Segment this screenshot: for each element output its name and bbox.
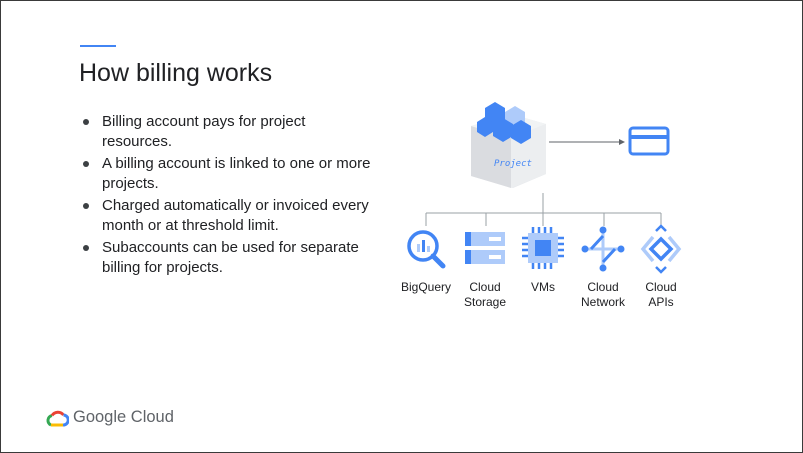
bullet-dot-icon bbox=[83, 119, 89, 125]
bullet-text: Charged automatically or invoiced every … bbox=[102, 197, 369, 234]
connector-lines bbox=[425, 193, 662, 226]
bullet-dot-icon bbox=[83, 161, 89, 167]
google-cloud-logo-text: Google Cloud bbox=[73, 408, 174, 426]
service-label-line2: Storage bbox=[463, 295, 507, 309]
cloud-network-icon bbox=[581, 226, 625, 272]
bullet-item: Subaccounts can be used for separate bil… bbox=[81, 238, 371, 277]
project-box-icon: Project bbox=[471, 102, 546, 188]
bullet-list: Billing account pays for project resourc… bbox=[81, 112, 371, 280]
google-cloud-logo: Google Cloud bbox=[45, 406, 175, 432]
service-label-line2: APIs bbox=[648, 295, 674, 309]
title-accent-bar bbox=[80, 45, 116, 47]
bullet-item: Billing account pays for project resourc… bbox=[81, 112, 371, 151]
cloud-storage-icon bbox=[465, 232, 505, 264]
google-cloud-logo-icon bbox=[46, 410, 69, 427]
billing-diagram: Project BigQuery Cloud Storage VMs Cloud… bbox=[381, 96, 711, 321]
vm-chip-icon bbox=[522, 227, 564, 269]
billing-arrow-head-icon bbox=[619, 139, 625, 145]
bullet-dot-icon bbox=[83, 203, 89, 209]
bullet-text: Subaccounts can be used for separate bil… bbox=[102, 239, 359, 276]
bullet-text: Billing account pays for project resourc… bbox=[102, 113, 306, 150]
credit-card-icon bbox=[628, 126, 670, 156]
bullet-item: A billing account is linked to one or mo… bbox=[81, 154, 371, 193]
bigquery-icon bbox=[407, 230, 446, 269]
bullet-text: A billing account is linked to one or mo… bbox=[102, 155, 371, 192]
service-label-cloud-apis: Cloud APIs bbox=[624, 280, 698, 310]
bullet-item: Charged automatically or invoiced every … bbox=[81, 196, 371, 235]
bullet-dot-icon bbox=[83, 245, 89, 251]
service-label-line1: Cloud bbox=[645, 280, 677, 294]
cloud-apis-icon bbox=[640, 224, 682, 274]
project-box-label: Project bbox=[494, 159, 532, 169]
slide-title: How billing works bbox=[79, 59, 273, 87]
slide: How billing works Billing account pays f… bbox=[0, 0, 803, 453]
